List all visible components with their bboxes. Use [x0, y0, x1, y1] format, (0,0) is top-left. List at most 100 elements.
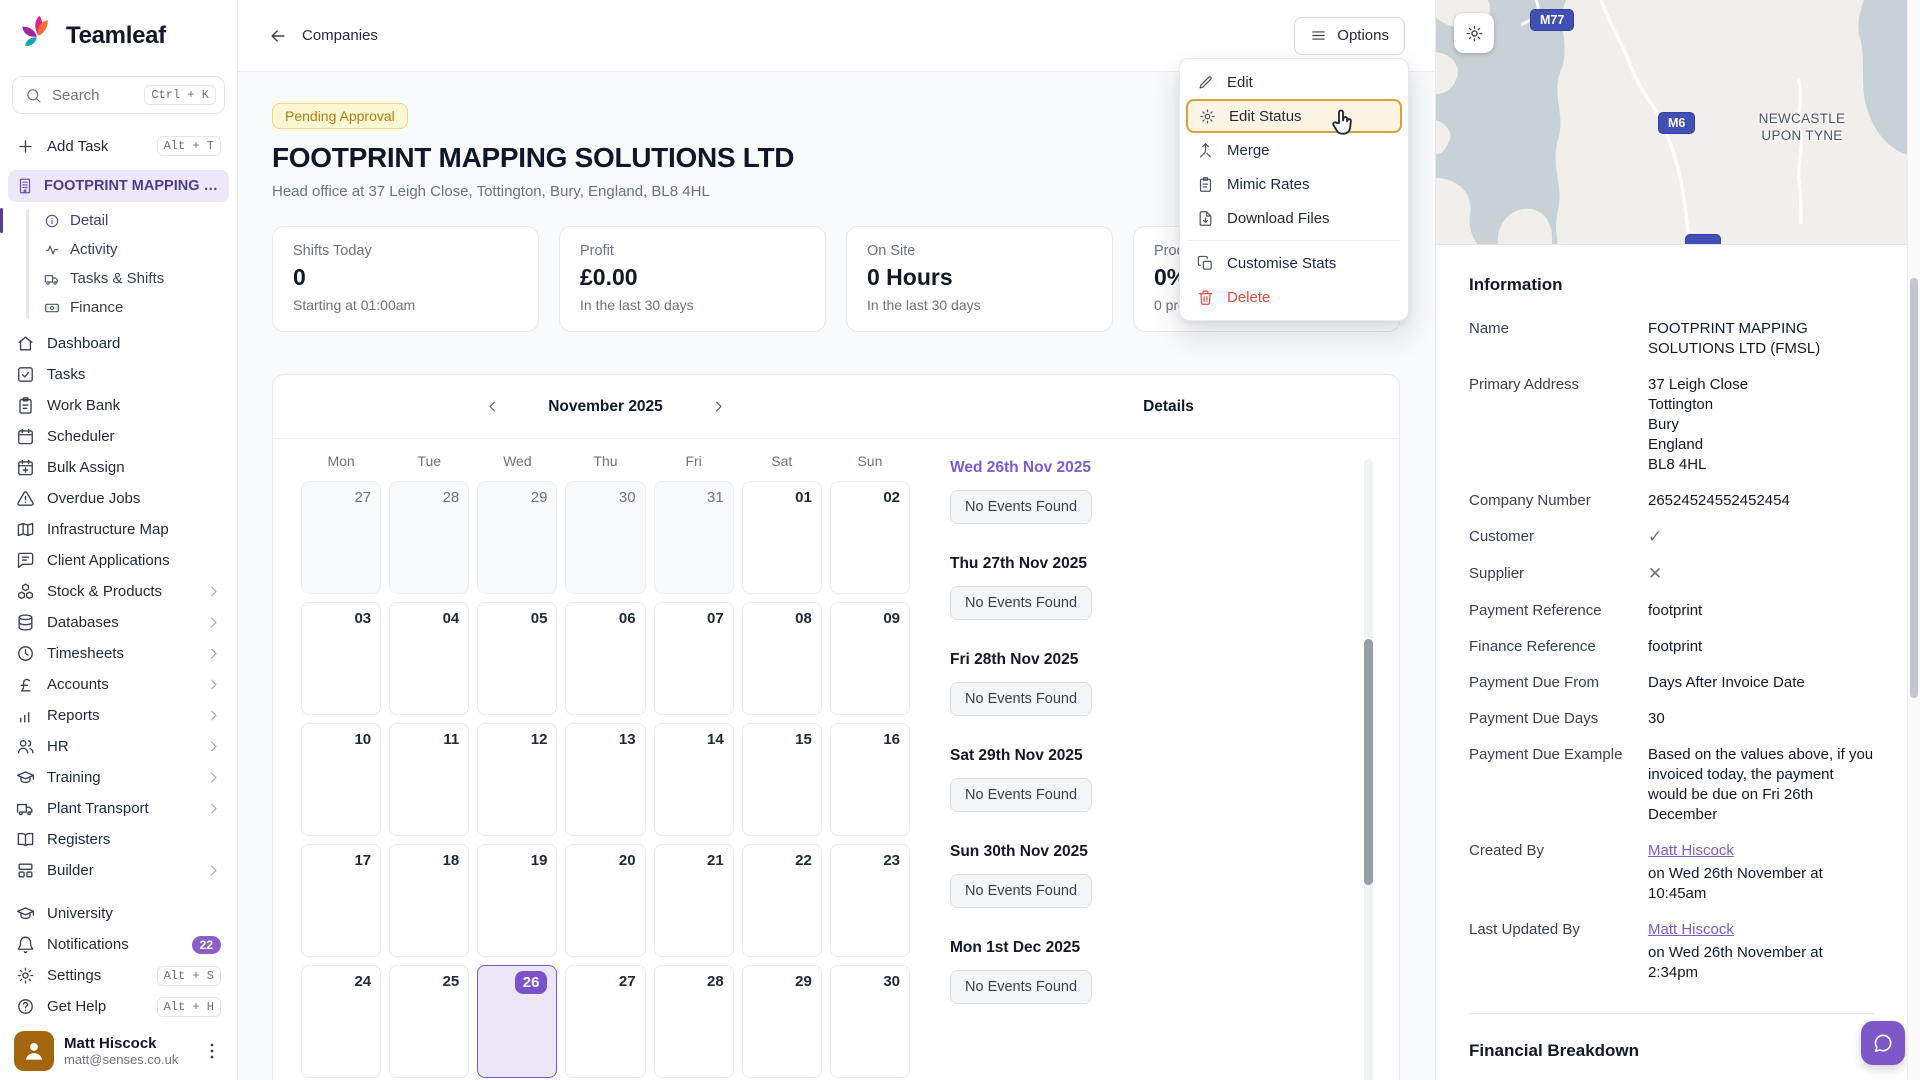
calendar-day-28[interactable]: 28: [389, 481, 469, 594]
calendar-day-24[interactable]: 24: [301, 965, 381, 1078]
menu-item-edit[interactable]: Edit: [1186, 65, 1402, 99]
menu-item-edit-status[interactable]: Edit Status: [1186, 99, 1402, 133]
stat-value: 0: [293, 264, 518, 291]
window-scrollbar-thumb[interactable]: [1910, 278, 1918, 698]
calendar-day-17[interactable]: 17: [301, 844, 381, 957]
sidebar-item-bulk-assign[interactable]: Bulk Assign: [0, 452, 237, 483]
calendar-day-13[interactable]: 13: [565, 723, 645, 836]
calendar-day-23[interactable]: 23: [830, 844, 910, 957]
calendar-day-07[interactable]: 07: [654, 602, 734, 715]
sidebar-item-plant-transport[interactable]: Plant Transport: [0, 793, 237, 824]
calendar-day-05[interactable]: 05: [477, 602, 557, 715]
sidebar-subitem-tasks-shifts[interactable]: Tasks & Shifts: [26, 264, 237, 293]
sidebar-item-infrastructure-map[interactable]: Infrastructure Map: [0, 514, 237, 545]
shortcut-hint: Alt + H: [157, 997, 221, 1017]
calendar-day-20[interactable]: 20: [565, 844, 645, 957]
sidebar-item-builder[interactable]: Builder: [0, 855, 237, 886]
stat-card: On Site0 HoursIn the last 30 days: [846, 226, 1113, 332]
clipboard-icon: [1197, 176, 1214, 193]
calendar-day-06[interactable]: 06: [565, 602, 645, 715]
user-options-icon[interactable]: [201, 1040, 223, 1062]
sidebar-item-timesheets[interactable]: Timesheets: [0, 638, 237, 669]
menu-item-merge[interactable]: Merge: [1186, 133, 1402, 167]
calendar-day-12[interactable]: 12: [477, 723, 557, 836]
calendar-day-14[interactable]: 14: [654, 723, 734, 836]
sidebar-item-stock-products[interactable]: Stock & Products: [0, 576, 237, 607]
sidebar-item-settings[interactable]: SettingsAlt + S: [0, 960, 237, 991]
sidebar-item-overdue-jobs[interactable]: Overdue Jobs: [0, 483, 237, 514]
calendar-next-button[interactable]: [706, 394, 732, 420]
sidebar-item-registers[interactable]: Registers: [0, 824, 237, 855]
calendar-day-25[interactable]: 25: [389, 965, 469, 1078]
info-label: Payment Due Example: [1469, 745, 1644, 825]
sidebar-item-get-help[interactable]: Get HelpAlt + H: [0, 991, 237, 1022]
calendar-day-30[interactable]: 30: [565, 481, 645, 594]
calendar-day-29[interactable]: 29: [742, 965, 822, 1078]
sidebar-item-dashboard[interactable]: Dashboard: [0, 328, 237, 359]
sidebar-item-notifications[interactable]: Notifications22: [0, 929, 237, 960]
calendar-day-16[interactable]: 16: [830, 723, 910, 836]
menu-item-customise-stats[interactable]: Customise Stats: [1186, 246, 1402, 280]
breadcrumb[interactable]: Companies: [302, 27, 378, 44]
sidebar-item-hr[interactable]: HR: [0, 731, 237, 762]
stat-subtext: In the last 30 days: [580, 297, 805, 313]
chat-fab-button[interactable]: [1861, 1021, 1905, 1065]
calendar-day-27[interactable]: 27: [565, 965, 645, 1078]
shortcut-hint: Alt + S: [157, 966, 221, 986]
check-square-icon: [16, 365, 35, 384]
sidebar-item-training[interactable]: Training: [0, 762, 237, 793]
calendar-day-10[interactable]: 10: [301, 723, 381, 836]
menu-item-delete[interactable]: Delete: [1186, 280, 1402, 314]
calendar-day-19[interactable]: 19: [477, 844, 557, 957]
sidebar-subitem-activity[interactable]: Activity: [26, 235, 237, 264]
menu-item-download-files[interactable]: Download Files: [1186, 201, 1402, 235]
sidebar-item-reports[interactable]: Reports: [0, 700, 237, 731]
sidebar-item-university[interactable]: University: [0, 898, 237, 929]
calendar-day-01[interactable]: 01: [742, 481, 822, 594]
map-settings-button[interactable]: [1454, 13, 1494, 53]
sidebar-item-accounts[interactable]: Accounts: [0, 669, 237, 700]
calendar-day-22[interactable]: 22: [742, 844, 822, 957]
user-menu[interactable]: Matt Hiscock matt@senses.co.uk: [0, 1022, 237, 1080]
map[interactable]: M77 M6 NEWCASTLE UPON TYNE: [1436, 0, 1908, 245]
menu-item-mimic-rates[interactable]: Mimic Rates: [1186, 167, 1402, 201]
calendar-day-27[interactable]: 27: [301, 481, 381, 594]
sidebar-item-company[interactable]: FOOTPRINT MAPPING S...: [8, 170, 229, 202]
financial-breakdown-toggle[interactable]: Financial Breakdown: [1469, 1041, 1874, 1061]
calendar-day-29[interactable]: 29: [477, 481, 557, 594]
sidebar-item-scheduler[interactable]: Scheduler: [0, 421, 237, 452]
sidebar-item-client-applications[interactable]: Client Applications: [0, 545, 237, 576]
calendar-day-04[interactable]: 04: [389, 602, 469, 715]
no-events-chip: No Events Found: [950, 490, 1092, 524]
sidebar-subitem-detail[interactable]: Detail: [26, 206, 237, 235]
sidebar-item-databases[interactable]: Databases: [0, 607, 237, 638]
calendar-day-28[interactable]: 28: [654, 965, 734, 1078]
calendar-day-18[interactable]: 18: [389, 844, 469, 957]
calendar-prev-button[interactable]: [480, 394, 506, 420]
window-scrollbar[interactable]: [1907, 0, 1920, 1080]
details-scrollbar[interactable]: [1364, 459, 1373, 1080]
options-button[interactable]: Options: [1294, 17, 1405, 55]
user-link[interactable]: Matt Hiscock: [1648, 921, 1734, 938]
sidebar-item-work-bank[interactable]: Work Bank: [0, 390, 237, 421]
calendar-day-11[interactable]: 11: [389, 723, 469, 836]
user-link[interactable]: Matt Hiscock: [1648, 842, 1734, 859]
calendar-day-09[interactable]: 09: [830, 602, 910, 715]
search-input[interactable]: Search Ctrl + K: [12, 76, 225, 114]
calendar-day-31[interactable]: 31: [654, 481, 734, 594]
calendar-day-02[interactable]: 02: [830, 481, 910, 594]
calendar-day-30[interactable]: 30: [830, 965, 910, 1078]
info-label: Payment Due From: [1469, 673, 1644, 693]
calendar-day-26[interactable]: 26: [477, 965, 557, 1078]
calendar-day-15[interactable]: 15: [742, 723, 822, 836]
stat-value: £0.00: [580, 264, 805, 291]
calendar-day-03[interactable]: 03: [301, 602, 381, 715]
calendar-day-08[interactable]: 08: [742, 602, 822, 715]
calendar-day-21[interactable]: 21: [654, 844, 734, 957]
sidebar-subitem-finance[interactable]: Finance: [26, 293, 237, 322]
details-scrollbar-thumb[interactable]: [1364, 639, 1373, 885]
back-icon[interactable]: [268, 26, 288, 46]
calendar-body: MonTueWedThuFriSatSun 272829303101020304…: [273, 439, 1399, 1080]
sidebar-item-tasks[interactable]: Tasks: [0, 359, 237, 390]
add-task-button[interactable]: Add Task Alt + T: [0, 128, 237, 164]
